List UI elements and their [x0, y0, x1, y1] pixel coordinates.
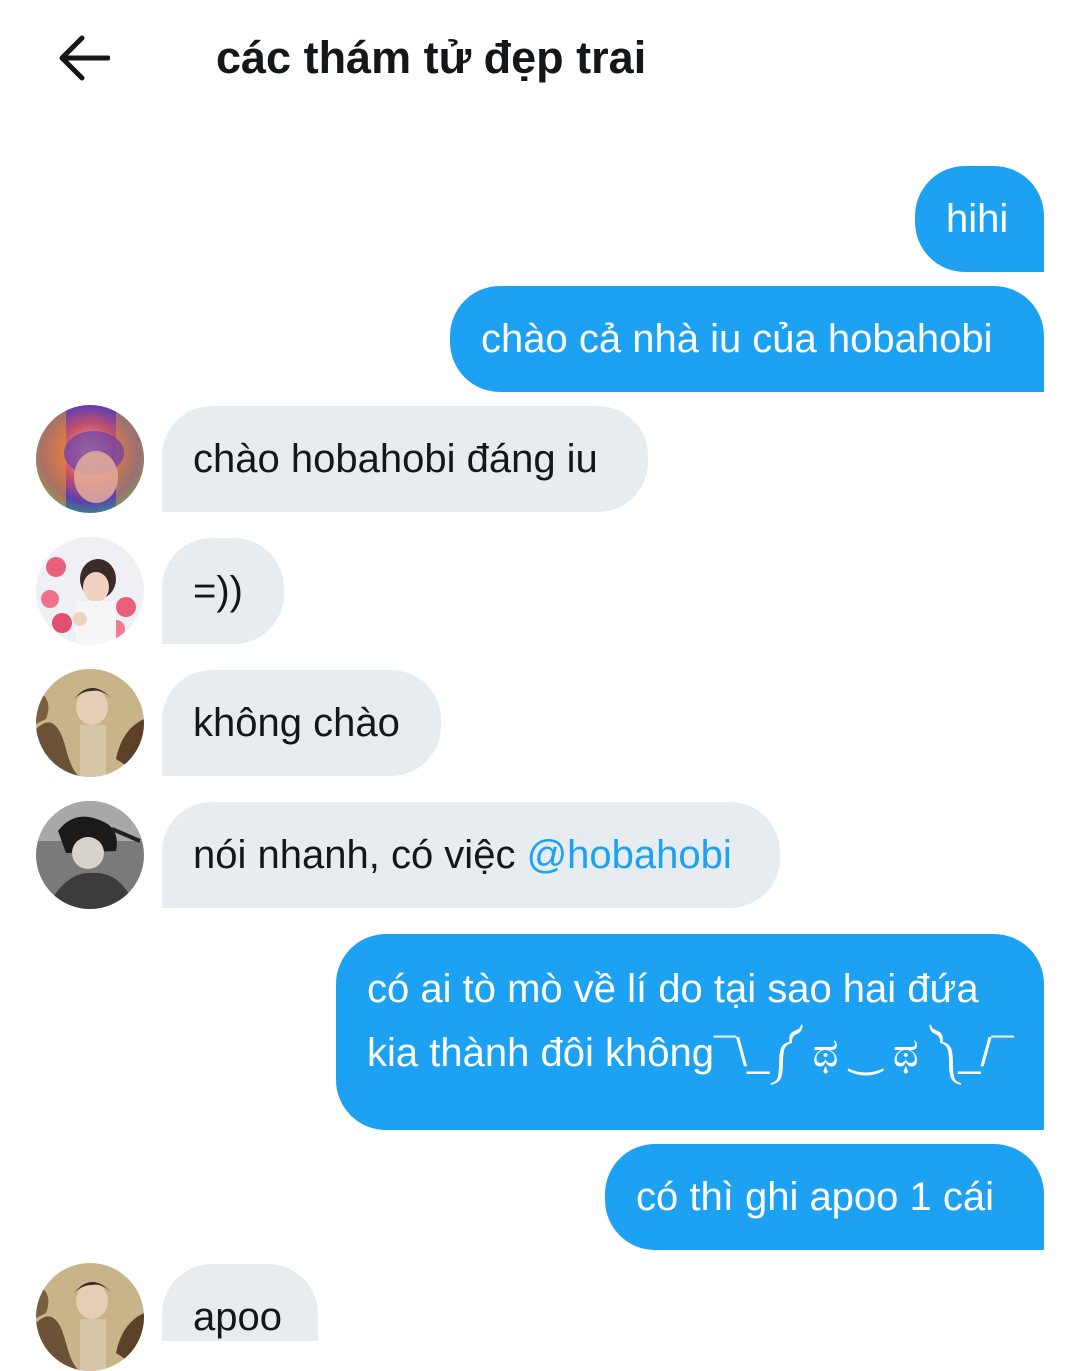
outgoing-message[interactable]: có ai tò mò về lí do tại sao hai đứa kia… — [336, 934, 1044, 1130]
back-button[interactable] — [52, 28, 116, 88]
arrow-left-icon — [59, 35, 110, 81]
message-line: có ai tò mò về lí do tại sao hai đứa — [367, 967, 979, 1011]
avatar[interactable] — [36, 801, 144, 909]
avatar[interactable] — [36, 537, 144, 645]
message-text: hihi — [946, 197, 1009, 241]
incoming-message[interactable]: =)) — [162, 538, 284, 644]
message-text: không chào — [193, 701, 400, 745]
avatar[interactable] — [36, 1263, 144, 1371]
incoming-message[interactable]: không chào — [162, 670, 441, 776]
outgoing-message[interactable]: có thì ghi apoo 1 cái — [605, 1144, 1044, 1250]
incoming-message[interactable]: chào hobahobi đáng iu — [162, 406, 648, 512]
user-mention-link[interactable]: @hobahobi — [527, 833, 732, 877]
message-text: =)) — [193, 569, 243, 613]
message-text: apoo — [193, 1295, 282, 1339]
message-text: nói nhanh, có việc — [193, 833, 527, 877]
incoming-message[interactable]: nói nhanh, có việc @hobahobi — [162, 802, 780, 908]
conversation-header: các thám tử đẹp trai — [0, 0, 1080, 116]
message-text: có thì ghi apoo 1 cái — [636, 1175, 995, 1219]
outgoing-message[interactable]: chào cả nhà iu của hobahobi — [450, 286, 1044, 392]
avatar[interactable] — [36, 405, 144, 513]
incoming-message[interactable]: apoo — [162, 1264, 318, 1341]
conversation-title: các thám tử đẹp trai — [216, 32, 647, 83]
avatar[interactable] — [36, 669, 144, 777]
message-text: chào hobahobi đáng iu — [193, 437, 598, 481]
message-text: chào cả nhà iu của hobahobi — [481, 317, 993, 361]
outgoing-message[interactable]: hihi — [915, 166, 1044, 272]
message-line: kia thành đôi không¯\_༼ ಥ ‿ ಥ ༽_/¯ — [367, 1031, 1014, 1075]
